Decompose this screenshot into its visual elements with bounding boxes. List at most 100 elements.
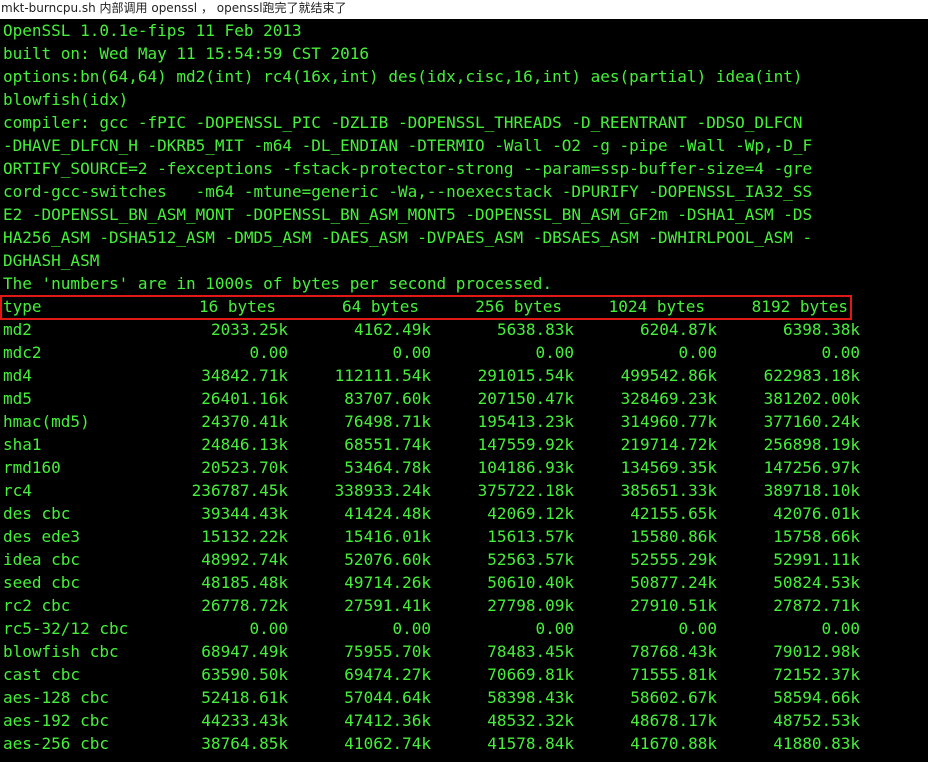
intro-line: compiler: gcc -fPIC -DOPENSSL_PIC -DZLIB… — [3, 113, 803, 132]
throughput-cell: 4162.49k — [353, 320, 431, 339]
algorithm-name: md5 — [3, 389, 32, 408]
throughput-cell: 24846.13k — [201, 435, 288, 454]
throughput-cell: 69474.27k — [344, 665, 431, 684]
algorithm-name: hmac(md5) — [3, 412, 90, 431]
throughput-cell: 0.00 — [392, 343, 431, 362]
throughput-cell: 42069.12k — [487, 504, 574, 523]
intro-line: options:bn(64,64) md2(int) rc4(16x,int) … — [3, 67, 803, 86]
algorithm-name: aes-192 cbc — [3, 711, 109, 730]
throughput-cell: 328469.23k — [620, 389, 717, 408]
algorithm-name: aes-256 cbc — [3, 734, 109, 753]
header-highlight-box — [0, 295, 852, 320]
throughput-cell: 6398.38k — [782, 320, 860, 339]
throughput-cell: 15613.57k — [487, 527, 574, 546]
throughput-cell: 44233.43k — [201, 711, 288, 730]
throughput-cell: 0.00 — [678, 619, 717, 638]
throughput-cell: 256898.19k — [763, 435, 860, 454]
algorithm-name: des ede3 — [3, 527, 81, 546]
throughput-cell: 0.00 — [535, 619, 574, 638]
intro-line: HA256_ASM -DSHA512_ASM -DMD5_ASM -DAES_A… — [3, 228, 813, 247]
throughput-cell: 52991.11k — [773, 550, 860, 569]
algorithm-name: md2 — [3, 320, 32, 339]
throughput-cell: 52555.29k — [630, 550, 717, 569]
throughput-cell: 39344.43k — [201, 504, 288, 523]
intro-line: E2 -DOPENSSL_BN_ASM_MONT -DOPENSSL_BN_AS… — [3, 205, 813, 224]
algorithm-name: blowfish cbc — [3, 642, 119, 661]
throughput-cell: 27910.51k — [630, 596, 717, 615]
throughput-cell: 15758.66k — [773, 527, 860, 546]
intro-line: built on: Wed May 11 15:54:59 CST 2016 — [3, 44, 370, 63]
throughput-cell: 134569.35k — [620, 458, 717, 477]
throughput-cell: 6204.87k — [639, 320, 717, 339]
throughput-cell: 48532.32k — [487, 711, 574, 730]
throughput-cell: 53464.78k — [344, 458, 431, 477]
intro-line: DGHASH_ASM — [3, 251, 100, 270]
throughput-cell: 48992.74k — [201, 550, 288, 569]
throughput-cell: 68947.49k — [201, 642, 288, 661]
throughput-cell: 57044.64k — [344, 688, 431, 707]
throughput-cell: 34842.71k — [201, 366, 288, 385]
throughput-cell: 50877.24k — [630, 573, 717, 592]
throughput-cell: 499542.86k — [620, 366, 717, 385]
throughput-cell: 70669.81k — [487, 665, 574, 684]
throughput-cell: 42076.01k — [773, 504, 860, 523]
throughput-cell: 314960.77k — [620, 412, 717, 431]
throughput-cell: 24370.41k — [201, 412, 288, 431]
throughput-cell: 58398.43k — [487, 688, 574, 707]
throughput-cell: 52418.61k — [201, 688, 288, 707]
throughput-cell: 58602.67k — [630, 688, 717, 707]
throughput-cell: 147256.97k — [763, 458, 860, 477]
algorithm-name: md4 — [3, 366, 32, 385]
throughput-cell: 385651.33k — [620, 481, 717, 500]
throughput-cell: 381202.00k — [763, 389, 860, 408]
algorithm-name: mdc2 — [3, 343, 42, 362]
throughput-cell: 0.00 — [535, 343, 574, 362]
algorithm-name: rc4 — [3, 481, 32, 500]
throughput-cell: 20523.70k — [201, 458, 288, 477]
algorithm-name: des cbc — [3, 504, 71, 523]
throughput-cell: 72152.37k — [773, 665, 860, 684]
throughput-cell: 338933.24k — [334, 481, 431, 500]
throughput-cell: 71555.81k — [630, 665, 717, 684]
algorithm-name: sha1 — [3, 435, 42, 454]
algorithm-name: cast cbc — [3, 665, 81, 684]
throughput-cell: 27798.09k — [487, 596, 574, 615]
throughput-cell: 219714.72k — [620, 435, 717, 454]
throughput-cell: 58594.66k — [773, 688, 860, 707]
throughput-cell: 389718.10k — [763, 481, 860, 500]
throughput-cell: 622983.18k — [763, 366, 860, 385]
throughput-cell: 41062.74k — [344, 734, 431, 753]
throughput-cell: 375722.18k — [477, 481, 574, 500]
throughput-cell: 2033.25k — [210, 320, 288, 339]
throughput-cell: 207150.47k — [477, 389, 574, 408]
throughput-cell: 63590.50k — [201, 665, 288, 684]
throughput-cell: 41880.83k — [773, 734, 860, 753]
throughput-cell: 104186.93k — [477, 458, 574, 477]
algorithm-name: idea cbc — [3, 550, 81, 569]
throughput-cell: 27591.41k — [344, 596, 431, 615]
throughput-cell: 15580.86k — [630, 527, 717, 546]
throughput-cell: 0.00 — [392, 619, 431, 638]
intro-line: ORTIFY_SOURCE=2 -fexceptions -fstack-pro… — [3, 159, 813, 178]
image-caption: mkt-burncpu.sh 内部调用 openssl ， openssl跑完了… — [0, 0, 928, 19]
throughput-cell: 26401.16k — [201, 389, 288, 408]
throughput-cell: 50610.40k — [487, 573, 574, 592]
throughput-cell: 41578.84k — [487, 734, 574, 753]
throughput-cell: 42155.65k — [630, 504, 717, 523]
terminal-window[interactable]: OpenSSL 1.0.1e-fips 11 Feb 2013 built on:… — [0, 19, 928, 762]
throughput-cell: 83707.60k — [344, 389, 431, 408]
throughput-cell: 75955.70k — [344, 642, 431, 661]
throughput-cell: 0.00 — [821, 619, 860, 638]
throughput-cell: 0.00 — [678, 343, 717, 362]
throughput-cell: 76498.71k — [344, 412, 431, 431]
algorithm-name: aes-128 cbc — [3, 688, 109, 707]
intro-line: blowfish(idx) — [3, 90, 129, 109]
algorithm-name: rc5-32/12 cbc — [3, 619, 129, 638]
intro-line: OpenSSL 1.0.1e-fips 11 Feb 2013 — [3, 21, 302, 40]
throughput-cell: 38764.85k — [201, 734, 288, 753]
throughput-cell: 68551.74k — [344, 435, 431, 454]
throughput-cell: 78483.45k — [487, 642, 574, 661]
throughput-cell: 48752.53k — [773, 711, 860, 730]
throughput-cell: 0.00 — [249, 619, 288, 638]
throughput-cell: 78768.43k — [630, 642, 717, 661]
